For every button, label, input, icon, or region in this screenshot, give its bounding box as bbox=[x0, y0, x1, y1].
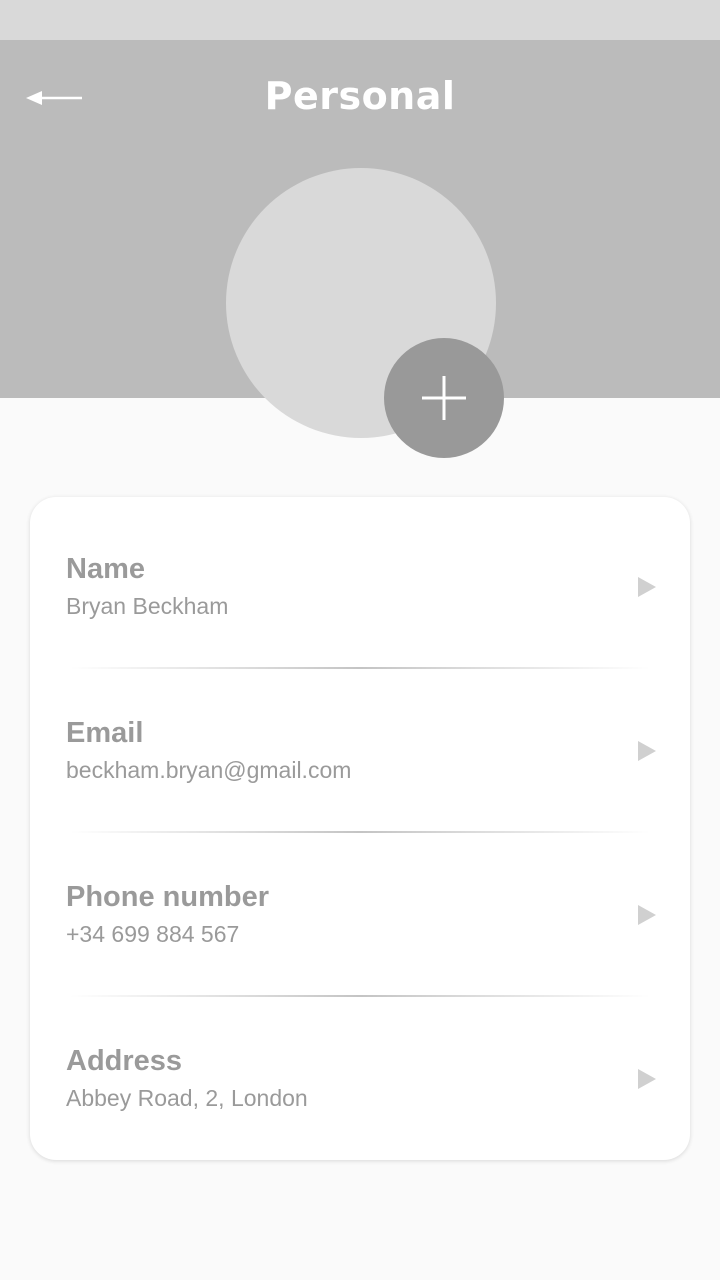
phone-row[interactable]: Phone number +34 699 884 567 bbox=[30, 825, 690, 989]
address-row[interactable]: Address Abbey Road, 2, London bbox=[30, 989, 690, 1153]
add-photo-button[interactable] bbox=[384, 338, 504, 458]
email-value: beckham.bryan@gmail.com bbox=[66, 757, 352, 783]
plus-icon bbox=[422, 376, 466, 420]
phone-value: +34 699 884 567 bbox=[66, 921, 240, 947]
chevron-right-icon bbox=[638, 1069, 656, 1089]
phone-label: Phone number bbox=[66, 881, 270, 913]
chevron-right-icon bbox=[638, 741, 656, 761]
address-label: Address bbox=[66, 1045, 183, 1077]
chevron-right-icon bbox=[638, 905, 656, 925]
name-value: Bryan Beckham bbox=[66, 593, 229, 619]
personal-screen: Personal Name Bryan Beckham Email beckha… bbox=[0, 0, 720, 1280]
chevron-right-icon bbox=[638, 577, 656, 597]
address-value: Abbey Road, 2, London bbox=[66, 1085, 308, 1111]
personal-info-card: Name Bryan Beckham Email beckham.bryan@g… bbox=[30, 497, 690, 1160]
name-row[interactable]: Name Bryan Beckham bbox=[30, 497, 690, 661]
email-label: Email bbox=[66, 717, 144, 749]
name-label: Name bbox=[66, 553, 145, 585]
email-row[interactable]: Email beckham.bryan@gmail.com bbox=[30, 661, 690, 825]
page-title: Personal bbox=[264, 74, 456, 118]
status-bar bbox=[0, 0, 720, 40]
